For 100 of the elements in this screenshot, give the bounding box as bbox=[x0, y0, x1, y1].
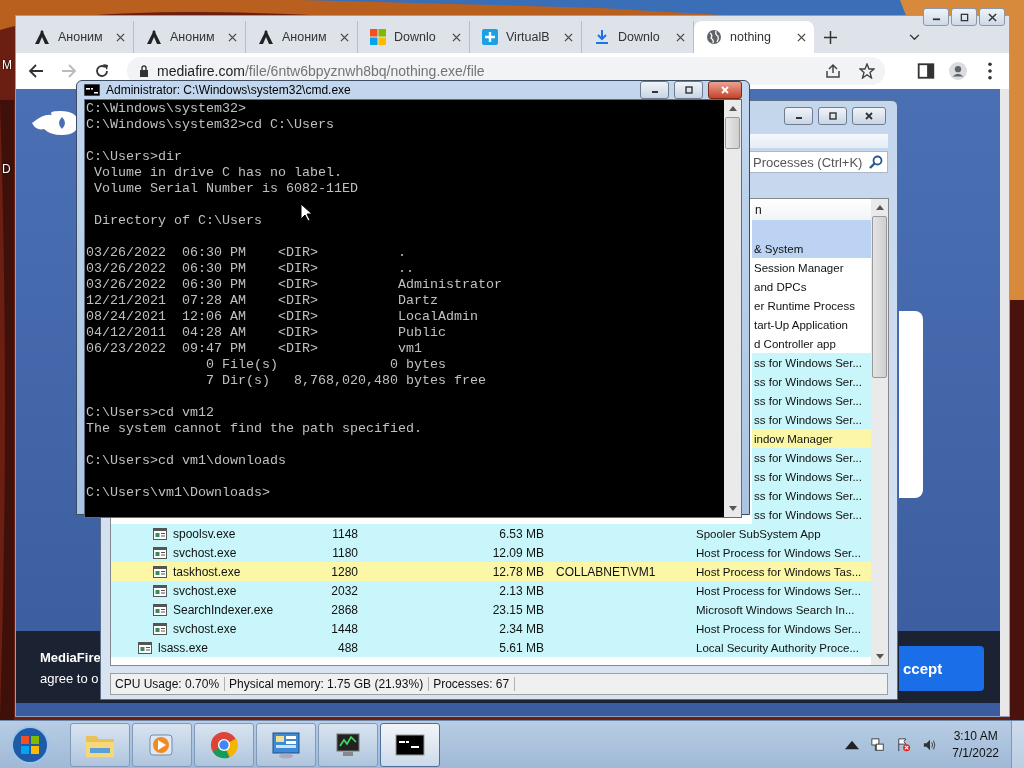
scroll-thumb[interactable] bbox=[872, 216, 887, 378]
table-row[interactable]: ss for Windows Ser... bbox=[752, 372, 871, 391]
window-icon bbox=[138, 641, 152, 654]
pid-cell-text: 1280 bbox=[330, 564, 358, 579]
scroll-up-icon[interactable] bbox=[728, 106, 737, 111]
console-line: C:\Users\vm1\Downloads> bbox=[86, 485, 270, 501]
start-button[interactable] bbox=[10, 724, 50, 765]
scroll-down-icon[interactable] bbox=[875, 654, 884, 659]
close-button[interactable] bbox=[852, 107, 886, 125]
desktop-icon-label[interactable]: M bbox=[2, 58, 12, 72]
lock-icon bbox=[139, 65, 149, 77]
console-line: 03/26/2022 06:30 PM <DIR> Administrator bbox=[86, 277, 502, 293]
table-row[interactable]: svchost.exe 1448 2.34 MB Host Process for Windows Ser... bbox=[111, 619, 871, 638]
taskbar-button[interactable] bbox=[318, 722, 378, 767]
scrollbar[interactable] bbox=[724, 100, 741, 517]
memory-cell-text: 5.61 MB bbox=[498, 640, 544, 655]
console-line: 06/23/2022 09:47 PM <DIR> vm1 bbox=[86, 341, 422, 357]
close-button[interactable] bbox=[979, 8, 1005, 26]
table-row[interactable]: ss for Windows Ser... bbox=[752, 391, 871, 410]
scrollbar[interactable] bbox=[1000, 89, 1009, 716]
close-icon[interactable] bbox=[797, 32, 806, 42]
reload-icon[interactable] bbox=[94, 63, 110, 79]
share-icon[interactable] bbox=[825, 63, 841, 79]
description-cell-text: tart-Up Application bbox=[753, 318, 849, 331]
tab-title: Downlo bbox=[394, 30, 437, 44]
table-row[interactable]: spoolsv.exe 1148 6.53 MB Spooler SubSystem App bbox=[111, 524, 871, 543]
table-row[interactable]: ss for Windows Ser... bbox=[752, 448, 871, 467]
column-header[interactable]: n bbox=[755, 202, 762, 217]
chevron-down-icon[interactable] bbox=[909, 34, 920, 41]
minimize-button[interactable] bbox=[784, 107, 813, 125]
status-text: Processes: 67 bbox=[429, 677, 516, 691]
close-icon bbox=[987, 12, 997, 22]
browser-tab[interactable]: nothing bbox=[694, 21, 814, 53]
desktop-icon-label[interactable]: D bbox=[2, 162, 11, 176]
search-field[interactable]: Processes (Ctrl+K) bbox=[749, 151, 888, 173]
new-tab-icon[interactable] bbox=[824, 31, 837, 44]
table-row[interactable]: lsass.exe 488 5.61 MB Local Security Authority Proce... bbox=[111, 638, 871, 657]
pid-cell-text: 1448 bbox=[330, 621, 358, 636]
table-row[interactable]: indow Manager bbox=[752, 429, 871, 448]
table-row[interactable]: svchost.exe 1180 12.09 MB Host Process for Windows Ser... bbox=[111, 543, 871, 562]
console-line: 03/26/2022 06:30 PM <DIR> . bbox=[86, 245, 406, 261]
scrollbar[interactable] bbox=[871, 199, 888, 665]
table-row[interactable]: SearchIndexer.exe 2868 23.15 MB Microsoft Windows Search In... bbox=[111, 600, 871, 619]
profile-icon[interactable] bbox=[949, 62, 967, 80]
scroll-up-icon[interactable] bbox=[875, 205, 884, 210]
back-icon[interactable] bbox=[28, 63, 44, 79]
window-icon bbox=[153, 584, 167, 597]
restore-icon bbox=[959, 12, 969, 22]
table-row[interactable]: svchost.exe 2032 2.13 MB Host Process for Windows Ser... bbox=[111, 581, 871, 600]
star-icon[interactable] bbox=[859, 63, 875, 79]
status-text: CPU Usage: 0.70% bbox=[111, 677, 226, 691]
tab-title: Аноним bbox=[58, 30, 104, 44]
globe-icon bbox=[706, 29, 722, 45]
window-icon bbox=[153, 565, 167, 578]
console-icon bbox=[84, 84, 100, 96]
taskbar-button[interactable] bbox=[380, 722, 440, 767]
close-icon[interactable] bbox=[676, 32, 685, 42]
maximize-button[interactable] bbox=[818, 107, 847, 125]
close-icon bbox=[720, 85, 730, 95]
scroll-thumb[interactable] bbox=[725, 117, 740, 149]
close-icon[interactable] bbox=[452, 32, 461, 42]
description-cell-text: & System bbox=[753, 242, 805, 255]
network-icon[interactable] bbox=[871, 737, 886, 752]
table-row[interactable]: ss for Windows Ser... bbox=[752, 467, 871, 486]
description-cell-text: ss for Windows Ser... bbox=[753, 375, 863, 388]
table-row[interactable]: ss for Windows Ser... bbox=[752, 353, 871, 372]
description-cell-text: ss for Windows Ser... bbox=[753, 451, 863, 464]
description-cell-text: ss for Windows Ser... bbox=[753, 489, 863, 502]
description-cell-text: Host Process for Windows Ser... bbox=[696, 584, 862, 597]
flag-warning-icon[interactable] bbox=[897, 737, 912, 752]
table-row[interactable]: ss for Windows Ser... bbox=[752, 486, 871, 505]
tent-icon bbox=[146, 29, 162, 45]
clock[interactable]: 3:10 AM 7/1/2022 bbox=[952, 727, 999, 762]
memory-cell-text: 23.15 MB bbox=[491, 602, 544, 617]
close-icon[interactable] bbox=[340, 32, 349, 42]
description-cell-text: Host Process for Windows Tas... bbox=[696, 565, 863, 578]
memory-cell-text: 2.13 MB bbox=[498, 583, 544, 598]
maximize-button[interactable] bbox=[674, 81, 703, 99]
table-row[interactable]: & System bbox=[752, 239, 871, 258]
accept-button[interactable]: ccept bbox=[899, 646, 984, 691]
speaker-icon[interactable] bbox=[923, 737, 938, 752]
tab-title: VirtualB bbox=[506, 30, 551, 44]
memory-cell-text: 6.53 MB bbox=[498, 526, 544, 541]
table-row[interactable]: ss for Windows Ser... bbox=[752, 410, 871, 429]
close-icon[interactable] bbox=[116, 32, 125, 42]
side-panel-icon[interactable] bbox=[917, 62, 935, 80]
pid-cell-text: 2032 bbox=[330, 583, 358, 598]
mouse-pointer-icon bbox=[300, 203, 312, 222]
table-row[interactable]: taskhost.exe 1280 12.78 MB COLLABNET\VM1 Host Process for Windows Tas... bbox=[111, 562, 871, 581]
description-cell-text: Local Security Authority Proce... bbox=[696, 641, 860, 654]
table-row[interactable]: ss for Windows Ser... bbox=[752, 505, 871, 524]
tab-title: Аноним bbox=[282, 30, 328, 44]
maximize-button[interactable] bbox=[951, 8, 977, 26]
close-button[interactable] bbox=[708, 81, 742, 99]
close-icon[interactable] bbox=[228, 32, 237, 42]
scroll-down-icon[interactable] bbox=[728, 506, 737, 511]
console-line: 03/26/2022 06:30 PM <DIR> .. bbox=[86, 261, 414, 277]
minimize-button[interactable] bbox=[640, 81, 669, 99]
close-icon[interactable] bbox=[564, 32, 573, 42]
tab-title: Downlo bbox=[618, 30, 661, 44]
